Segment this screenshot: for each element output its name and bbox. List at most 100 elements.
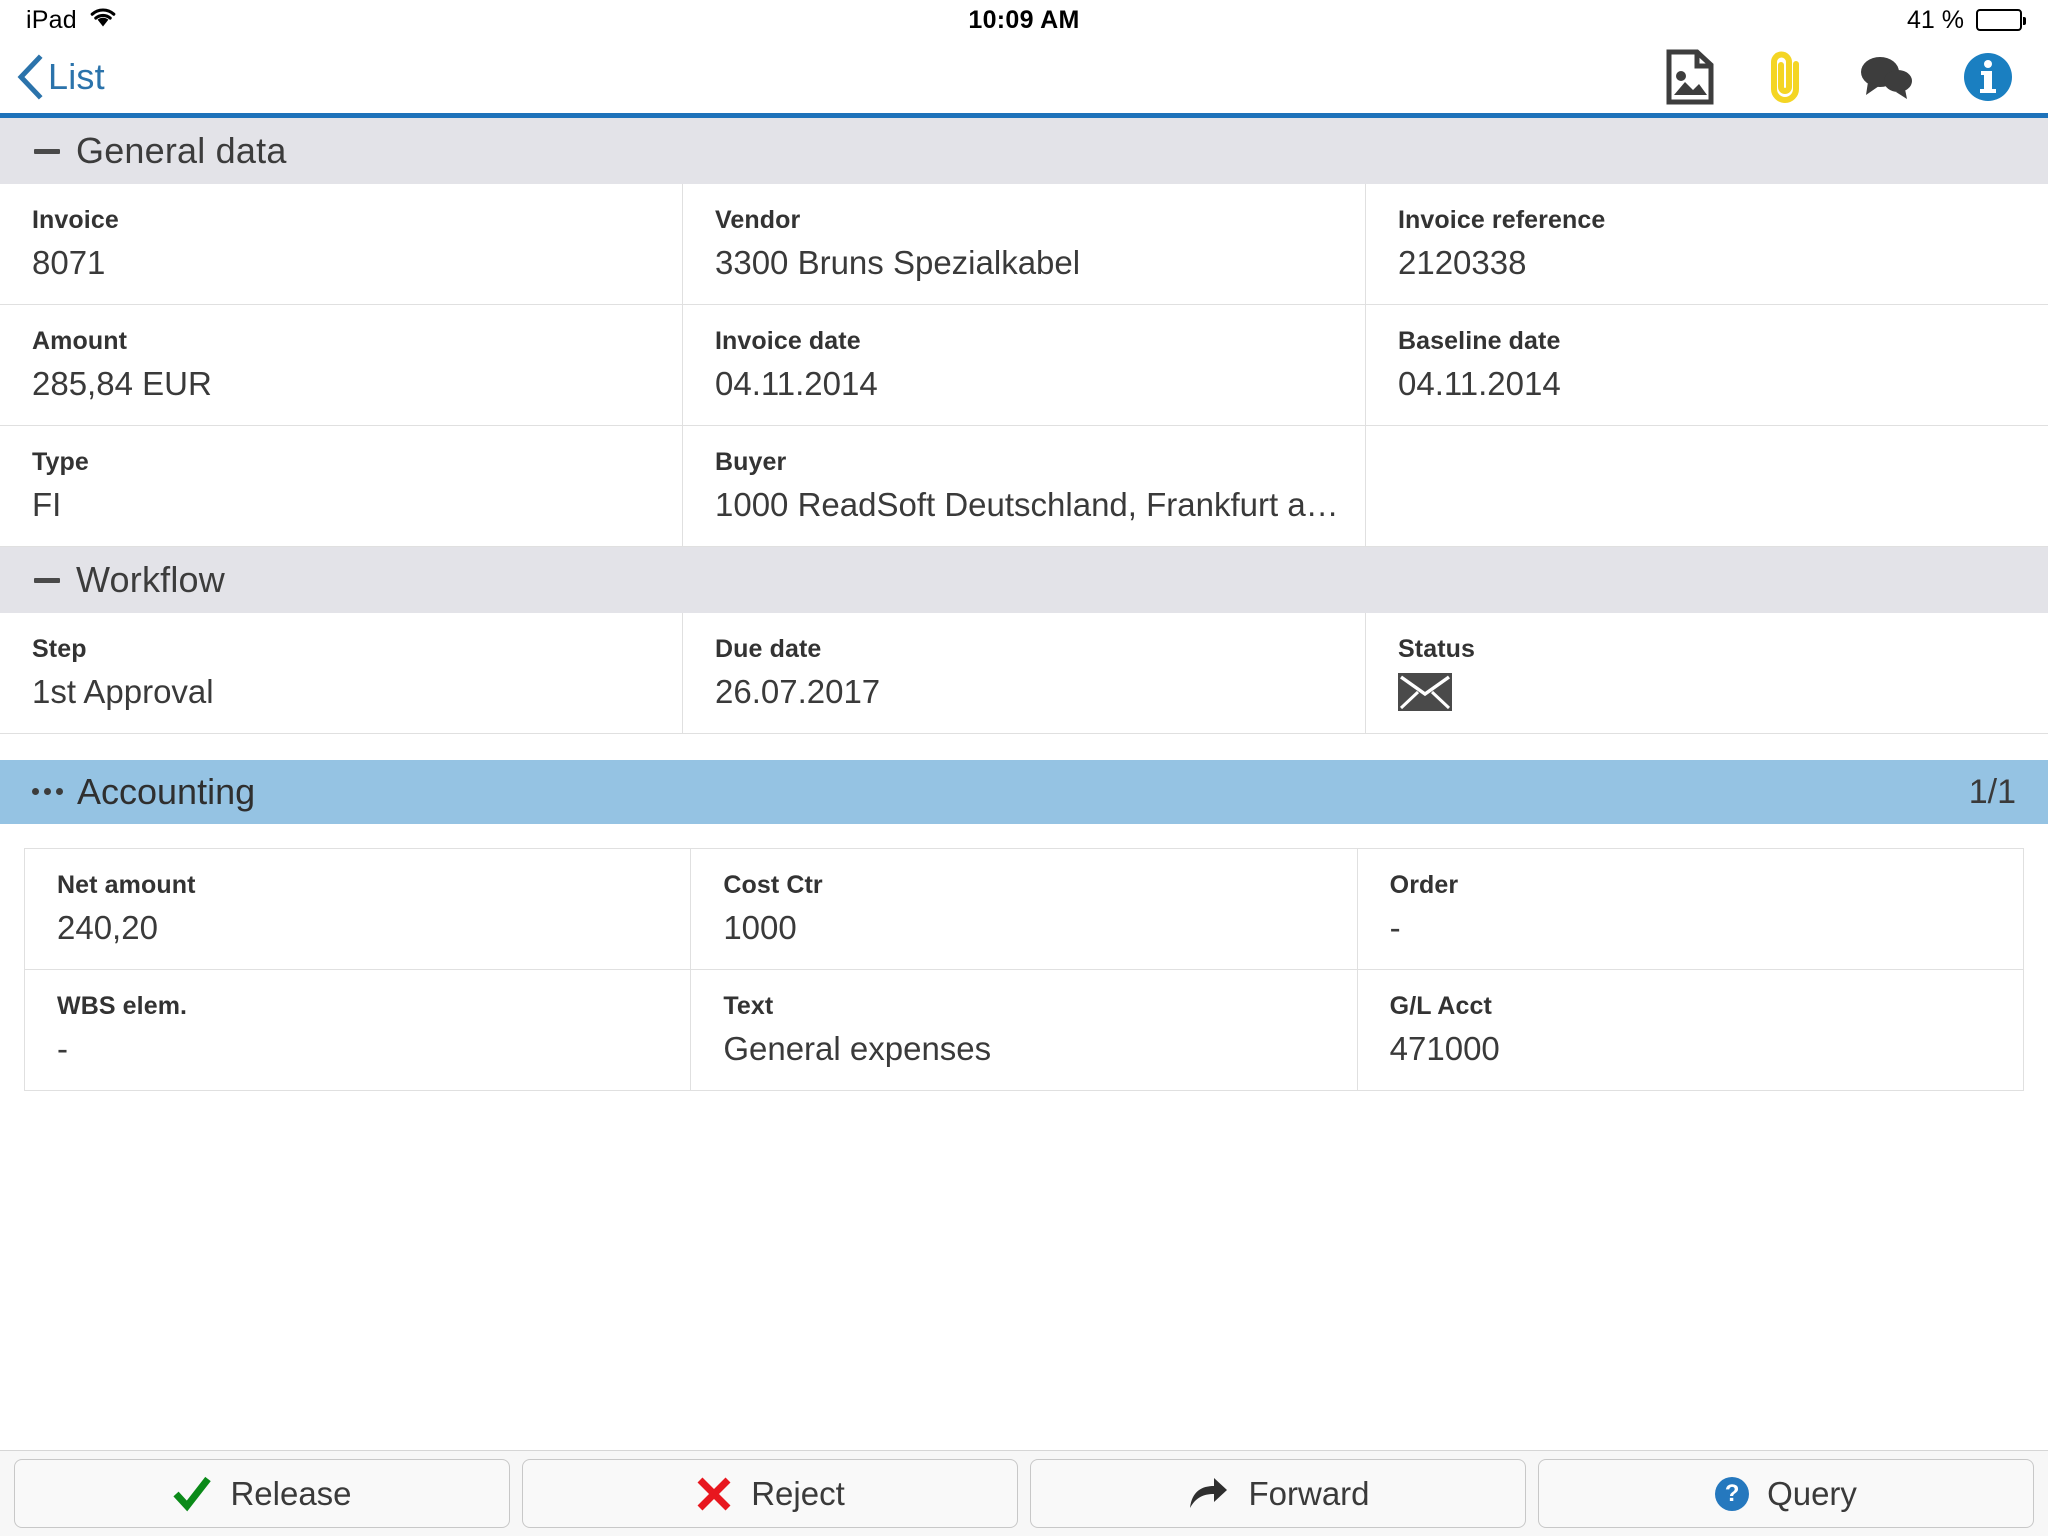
field-label: Net amount xyxy=(57,871,196,899)
minus-icon[interactable] xyxy=(32,577,62,583)
field-label: WBS elem. xyxy=(57,992,188,1020)
field-value: 1000 ReadSoft Deutschland, Frankfurt a… xyxy=(715,486,1339,523)
paperclip-icon[interactable] xyxy=(1762,49,1810,105)
field-cost-ctr: Cost Ctr 1000 xyxy=(691,849,1358,969)
field-vendor: Vendor 3300 Bruns Spezialkabel xyxy=(683,184,1366,304)
field-invoice-reference: Invoice reference 2120338 xyxy=(1366,184,2048,304)
field-row: Type FI Buyer 1000 ReadSoft Deutschland,… xyxy=(0,426,2048,547)
release-button[interactable]: Release xyxy=(14,1459,510,1528)
field-value: FI xyxy=(32,486,62,523)
field-invoice-date: Invoice date 04.11.2014 xyxy=(683,305,1366,425)
field-label: Invoice date xyxy=(715,327,861,355)
section-header-general-data[interactable]: General data xyxy=(0,118,2048,184)
field-baseline-date: Baseline date 04.11.2014 xyxy=(1366,305,2048,425)
status-bar-clock: 10:09 AM xyxy=(968,5,1080,34)
field-wbs-elem: WBS elem. - xyxy=(25,970,692,1090)
field-row: Net amount 240,20 Cost Ctr 1000 Order - xyxy=(25,849,2023,970)
field-label: Step xyxy=(32,635,87,663)
field-buyer: Buyer 1000 ReadSoft Deutschland, Frankfu… xyxy=(683,426,1366,546)
general-data-fields: Invoice 8071 Vendor 3300 Bruns Spezialka… xyxy=(0,184,2048,547)
field-label: Type xyxy=(32,448,89,476)
field-row: WBS elem. - Text General expenses G/L Ac… xyxy=(25,970,2023,1090)
content-area: General data Invoice 8071 Vendor 3300 Br… xyxy=(0,118,2048,1450)
field-value: - xyxy=(1389,909,1401,946)
section-title-general-data: General data xyxy=(76,130,287,171)
field-label: Text xyxy=(723,992,774,1020)
field-row: Step 1st Approval Due date 26.07.2017 St… xyxy=(0,613,2048,734)
cross-icon xyxy=(695,1475,733,1513)
forward-button[interactable]: Forward xyxy=(1030,1459,1526,1528)
field-value: 1st Approval xyxy=(32,673,214,710)
field-label: G/L Acct xyxy=(1389,992,1492,1020)
field-value: 240,20 xyxy=(57,909,158,946)
field-due-date: Due date 26.07.2017 xyxy=(683,613,1366,733)
field-status: Status xyxy=(1366,613,2048,733)
field-value: - xyxy=(57,1030,68,1067)
status-badge xyxy=(1398,673,2048,711)
query-button[interactable]: ? Query xyxy=(1538,1459,2034,1528)
field-step: Step 1st Approval xyxy=(0,613,683,733)
battery-icon xyxy=(1976,9,2026,31)
comments-icon[interactable] xyxy=(1858,51,1914,103)
field-type: Type FI xyxy=(0,426,683,546)
envelope-icon xyxy=(1398,673,1452,715)
field-value: 2120338 xyxy=(1398,244,1527,281)
field-label: Status xyxy=(1398,635,1476,663)
question-circle-icon: ? xyxy=(1715,1476,1750,1511)
field-row: Amount 285,84 EUR Invoice date 04.11.201… xyxy=(0,305,2048,426)
field-gl-acct: G/L Acct 471000 xyxy=(1358,970,2023,1090)
forward-button-label: Forward xyxy=(1248,1474,1370,1512)
field-text: Text General expenses xyxy=(691,970,1358,1090)
field-value: 471000 xyxy=(1389,1030,1500,1067)
field-invoice: Invoice 8071 xyxy=(0,184,683,304)
workflow-fields: Step 1st Approval Due date 26.07.2017 St… xyxy=(0,613,2048,734)
info-icon[interactable] xyxy=(1962,51,2014,103)
app-screen: iPad 10:09 AM 41 % List General data Inv… xyxy=(0,0,2048,1536)
section-header-accounting[interactable]: Accounting 1/1 xyxy=(0,760,2048,824)
field-amount: Amount 285,84 EUR xyxy=(0,305,683,425)
status-bar: iPad 10:09 AM 41 % xyxy=(0,0,2048,40)
reject-button[interactable]: Reject xyxy=(522,1459,1018,1528)
content-filler xyxy=(0,1091,2048,1450)
action-toolbar: Release Reject Forward ? Query xyxy=(0,1450,2048,1536)
back-button-label: List xyxy=(48,55,105,97)
field-value: General expenses xyxy=(723,1030,992,1067)
accounting-spacer xyxy=(0,734,2048,760)
field-value: 26.07.2017 xyxy=(715,673,881,710)
field-order: Order - xyxy=(1358,849,2023,969)
field-empty xyxy=(1366,426,2048,546)
release-button-label: Release xyxy=(230,1474,352,1512)
field-value: 04.11.2014 xyxy=(715,365,878,402)
dots-icon[interactable] xyxy=(32,787,63,795)
back-to-list-button[interactable]: List xyxy=(16,53,105,100)
field-label: Invoice reference xyxy=(1398,206,1606,234)
section-title-workflow: Workflow xyxy=(76,559,225,600)
field-label: Amount xyxy=(32,327,128,355)
field-row: Invoice 8071 Vendor 3300 Bruns Spezialka… xyxy=(0,184,2048,305)
field-label: Invoice xyxy=(32,206,119,234)
section-header-workflow[interactable]: Workflow xyxy=(0,547,2048,613)
chevron-left-icon xyxy=(16,53,44,100)
accounting-card: Net amount 240,20 Cost Ctr 1000 Order - … xyxy=(24,848,2024,1091)
section-title-accounting: Accounting xyxy=(77,771,256,812)
check-icon xyxy=(172,1474,212,1514)
field-value: 8071 xyxy=(32,244,106,281)
accounting-page-counter: 1/1 xyxy=(1968,772,2016,811)
forward-arrow-icon xyxy=(1186,1475,1230,1513)
field-label: Cost Ctr xyxy=(723,871,823,899)
minus-icon[interactable] xyxy=(32,148,62,154)
field-label: Vendor xyxy=(715,206,801,234)
field-label: Order xyxy=(1389,871,1459,899)
field-label: Baseline date xyxy=(1398,327,1561,355)
field-value: 3300 Bruns Spezialkabel xyxy=(715,244,1081,281)
navigation-actions xyxy=(1666,49,2024,105)
query-button-label: Query xyxy=(1767,1474,1857,1512)
field-value: 1000 xyxy=(723,909,797,946)
field-value: 285,84 EUR xyxy=(32,365,212,402)
field-net-amount: Net amount 240,20 xyxy=(25,849,692,969)
document-image-icon[interactable] xyxy=(1666,49,1714,105)
field-label: Buyer xyxy=(715,448,787,476)
navigation-bar: List xyxy=(0,40,2048,118)
field-value: 04.11.2014 xyxy=(1398,365,1561,402)
field-label: Due date xyxy=(715,635,822,663)
